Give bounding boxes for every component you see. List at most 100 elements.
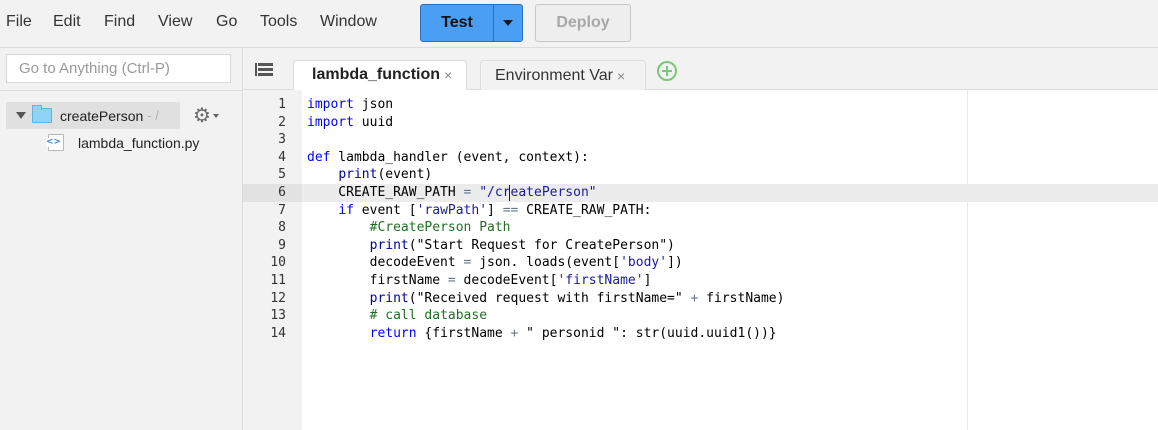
tab-label: lambda_function [312,66,441,83]
code-editor[interactable]: 1 2 3 4 5 6 7 8 9 10 11 12 13 14 import json import uu… [243,90,1158,430]
code-token: print [369,237,409,253]
code-line[interactable]: if event ['rawPath'] == CREATE_RAW_PATH: [302,202,1158,220]
line-number: 7 [278,202,286,218]
code-line[interactable]: firstName = decodeEvent['firstName'] [302,272,1158,290]
code-token: = [447,272,456,288]
close-icon[interactable]: × [444,67,452,83]
line-number: 4 [278,149,286,165]
code-line[interactable]: #CreatePerson Path [302,219,1158,237]
file-label: lambda_function.py [78,134,200,151]
folder-label: createPerson [60,107,144,124]
tabs-menu-icon[interactable] [255,62,273,76]
code-token: return [369,325,417,341]
folder-icon [32,105,52,123]
line-number: 14 [270,325,286,341]
code-line[interactable]: print("Start Request for CreatePerson") [302,237,1158,255]
code-token: #CreatePerson Path [369,220,511,236]
settings-menu[interactable]: ⚙ [193,106,219,126]
python-file-icon: <> [46,134,64,151]
code-token: uuid [353,114,394,130]
deploy-button-label: Deploy [556,14,610,31]
close-icon[interactable]: × [617,68,625,84]
code-line[interactable] [302,131,1158,149]
line-number: 11 [270,272,286,288]
code-token: 'firstName' [557,272,644,288]
code-line[interactable]: print("Received request with firstName="… [302,290,1158,308]
code-token: print [369,290,409,306]
code-token: 'rawPath' [416,202,488,218]
caret-down-icon [503,20,513,26]
code-token: # call database [369,308,488,324]
tree-folder-createperson[interactable]: createPerson - / [6,102,180,129]
text-cursor [509,184,510,201]
expand-arrow-icon[interactable] [16,112,26,119]
code-line[interactable]: decodeEvent = json. loads(event['body']) [302,254,1158,272]
code-token: ("Received request with firstName=" [408,290,691,306]
line-number: 8 [278,220,286,236]
code-token: json [353,97,394,112]
line-number-gutter: 1 2 3 4 5 6 7 8 9 10 11 12 13 14 [243,90,302,430]
line-number: 2 [278,114,286,130]
code-token: "/createPerson" [479,184,597,200]
test-button[interactable]: Test [420,4,494,42]
code-token: 'body' [620,255,668,271]
code-line[interactable]: return {firstName + " personid ": str(uu… [302,325,1158,343]
divider [0,90,242,91]
go-to-anything-input[interactable] [6,54,231,83]
code-token: decodeEvent[ [455,272,558,288]
code-line[interactable]: # call database [302,307,1158,325]
code-area[interactable]: import json import uuid def lambda_handler… [302,96,1158,342]
code-token: if [338,202,354,218]
test-button-label: Test [441,14,473,31]
code-token: CREATE_RAW_PATH [307,184,464,200]
menu-file[interactable]: File [6,13,32,31]
code-token: == [502,202,519,218]
code-token: lambda_handler (event, context): [330,149,589,165]
code-line[interactable]: print(event) [302,166,1158,184]
file-explorer: createPerson - / ⚙ <> lambda_function.py [0,48,243,430]
code-token: decodeEvent [307,255,464,271]
test-dropdown-button[interactable] [493,4,523,42]
code-line[interactable]: def lambda_handler (event, context): [302,149,1158,167]
caret-down-icon [212,114,219,118]
menu-go[interactable]: Go [216,13,237,31]
code-token: event [ [353,202,417,218]
tab-environment-var[interactable]: Environment Var × [480,60,646,90]
gear-icon: ⚙ [193,105,211,127]
code-line[interactable]: import json [302,96,1158,114]
line-number: 12 [270,290,286,306]
code-token: {firstName [416,325,511,341]
line-number: 5 [278,167,286,183]
add-tab-icon[interactable] [657,61,677,81]
menu-find[interactable]: Find [104,13,135,31]
code-token: ]) [667,255,683,271]
line-number: 6 [243,183,302,202]
code-token: ("Start Request for CreatePerson") [408,237,675,253]
line-number: 1 [278,97,286,112]
line-number: 3 [278,132,286,148]
line-number: 9 [278,237,286,253]
menu-tools[interactable]: Tools [260,13,297,31]
tab-lambda-function[interactable]: lambda_function × [293,60,467,90]
menu-window[interactable]: Window [320,13,377,31]
code-line[interactable]: CREATE_RAW_PATH = "/createPerson" [302,183,1158,202]
deploy-button[interactable]: Deploy [535,4,631,42]
code-token: print [338,167,378,183]
code-token: import [307,97,354,112]
code-token: def [307,149,331,165]
code-token: ] [487,202,503,218]
menu-edit[interactable]: Edit [53,13,81,31]
tree-file-lambda-function[interactable]: <> lambda_function.py [46,134,200,151]
folder-path: - / [147,108,159,123]
code-token: CREATE_RAW_PATH: [518,202,652,218]
code-token: ] [643,272,652,288]
code-token: (event) [377,167,433,183]
code-line[interactable]: import uuid [302,114,1158,132]
tab-label: Environment Var [495,66,613,84]
menu-view[interactable]: View [158,13,192,31]
